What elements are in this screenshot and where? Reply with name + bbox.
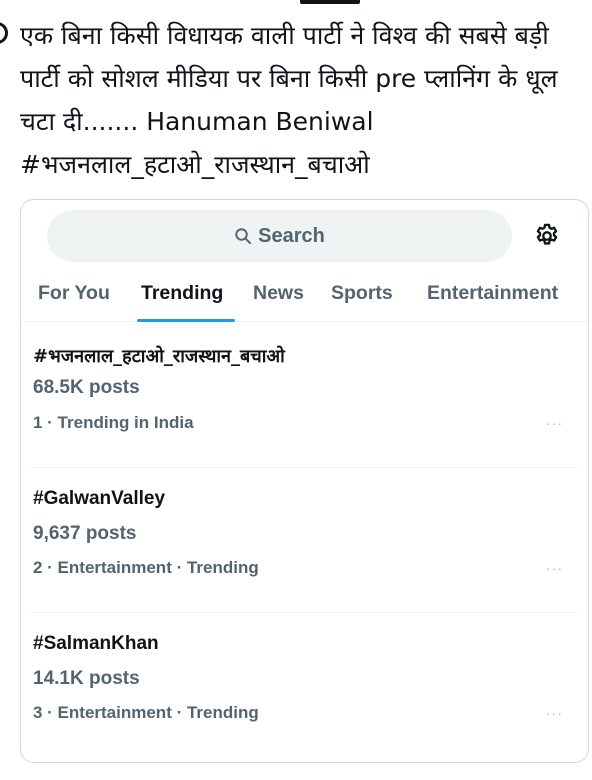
search-row: Search: [21, 200, 588, 278]
explore-card: Search For You Trending News Sports Ente…: [20, 199, 589, 763]
active-tab-indicator: [137, 319, 235, 322]
trend-meta: 3 · Entertainment · Trending: [33, 703, 259, 722]
trend-post-count: 9,637 posts: [33, 523, 137, 544]
trend-item[interactable]: #SalmanKhan 14.1K posts 3 · Entertainmen…: [21, 613, 588, 758]
tab-trending[interactable]: Trending: [141, 282, 223, 305]
search-input[interactable]: Search: [47, 210, 512, 262]
more-icon[interactable]: ···: [546, 560, 563, 576]
tab-entertainment[interactable]: Entertainment: [427, 282, 558, 305]
thread-bullet-fragment: [0, 22, 8, 44]
tab-bar: For You Trending News Sports Entertainme…: [21, 278, 588, 322]
gear-icon[interactable]: [533, 222, 561, 250]
trend-post-count: 14.1K posts: [33, 668, 140, 689]
tab-for-you[interactable]: For You: [38, 282, 110, 305]
post-text: एक बिना किसी विधायक वाली पार्टी ने विश्व…: [20, 21, 558, 179]
trend-post-count: 68.5K posts: [33, 377, 140, 398]
trend-item[interactable]: #GalwanValley 9,637 posts 2 · Entertainm…: [21, 468, 588, 613]
top-border-fragment: [300, 0, 360, 4]
trend-name[interactable]: #भजनलाल_हटाओ_राजस्थान_बचाओ: [33, 344, 285, 368]
trend-name[interactable]: #SalmanKhan: [33, 633, 159, 655]
search-icon: [235, 228, 252, 245]
search-placeholder: Search: [258, 224, 325, 247]
trend-meta: 1 · Trending in India: [33, 413, 194, 432]
tab-sports[interactable]: Sports: [331, 282, 393, 305]
trend-item[interactable]: #भजनलाल_हटाओ_राजस्थान_बचाओ 68.5K posts 1…: [21, 323, 588, 468]
more-icon[interactable]: ···: [546, 705, 563, 721]
more-icon[interactable]: ···: [546, 415, 563, 431]
trend-meta: 2 · Entertainment · Trending: [33, 558, 259, 577]
trend-name[interactable]: #GalwanValley: [33, 488, 165, 510]
tab-news[interactable]: News: [253, 282, 304, 305]
